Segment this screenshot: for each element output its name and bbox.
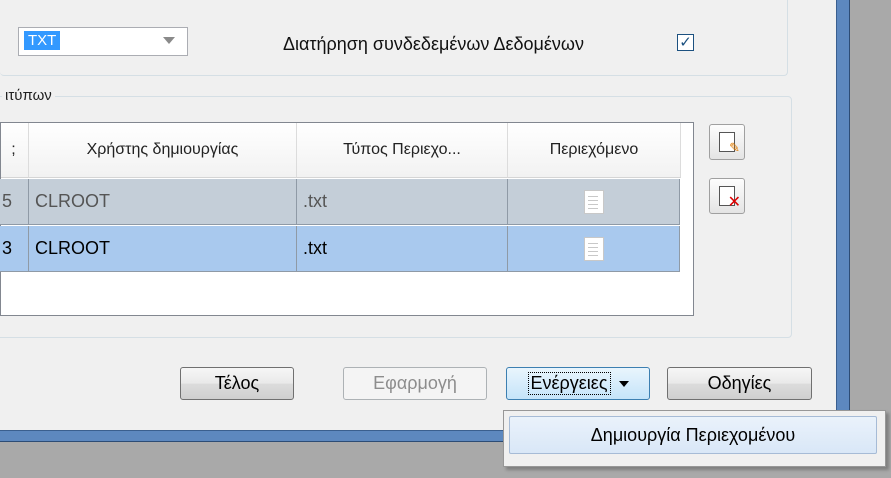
column-header-content[interactable]: Περιεχόμενο [508,123,681,178]
menu-item-create-content[interactable]: Δημιουργία Περιεχομένου [509,416,877,454]
content-cell[interactable] [508,179,680,225]
add-content-button[interactable]: ✎ [709,124,745,160]
help-button[interactable]: Οδηγίες [667,367,812,400]
dialog-window: TXT Διατήρηση συνδεδεμένων Δεδομένων ✓ ι… [0,0,837,431]
chevron-down-icon [618,380,629,387]
column-header-id[interactable]: ; [1,123,29,178]
content-type-cell: .txt [297,226,508,272]
checkmark-icon: ✓ [679,34,692,51]
chevron-down-icon[interactable] [163,37,175,44]
content-cell[interactable] [508,226,680,272]
column-header-creator[interactable]: Χρήστης δημιουργίας [29,123,297,178]
keep-linked-data-label: Διατήρηση συνδεδεμένων Δεδομένων [283,34,584,54]
text-document-icon[interactable] [583,236,604,261]
table-row-selected[interactable]: 3 CLROOT .txt [0,226,680,272]
id-cell: 3 [0,226,29,272]
format-combobox-value: TXT [24,31,61,50]
delete-content-button[interactable]: ✕ [709,178,745,214]
red-x-icon: ✕ [727,194,741,211]
actions-menu: Δημιουργία Περιεχομένου [503,410,886,467]
window-frame-right [836,0,850,430]
apply-button[interactable]: Εφαρμογή [343,367,487,400]
content-type-cell: .txt [297,179,508,225]
keep-linked-data-checkbox[interactable]: ✓ [677,34,694,51]
sparkle-icon: ✎ [729,140,740,155]
table-row[interactable]: 5 CLROOT .txt [0,179,680,225]
creator-cell: CLROOT [29,179,297,225]
attachments-group-legend: ιτύπων [2,87,55,104]
text-document-icon[interactable] [583,189,604,214]
actions-dropdown-button[interactable]: Ενέργειες [506,367,650,400]
finish-button[interactable]: Τέλος [180,367,294,400]
id-cell: 5 [0,179,29,225]
column-header-content-type[interactable]: Τύπος Περιεχο... [297,123,508,178]
format-combobox[interactable]: TXT [18,27,188,56]
creator-cell: CLROOT [29,226,297,272]
